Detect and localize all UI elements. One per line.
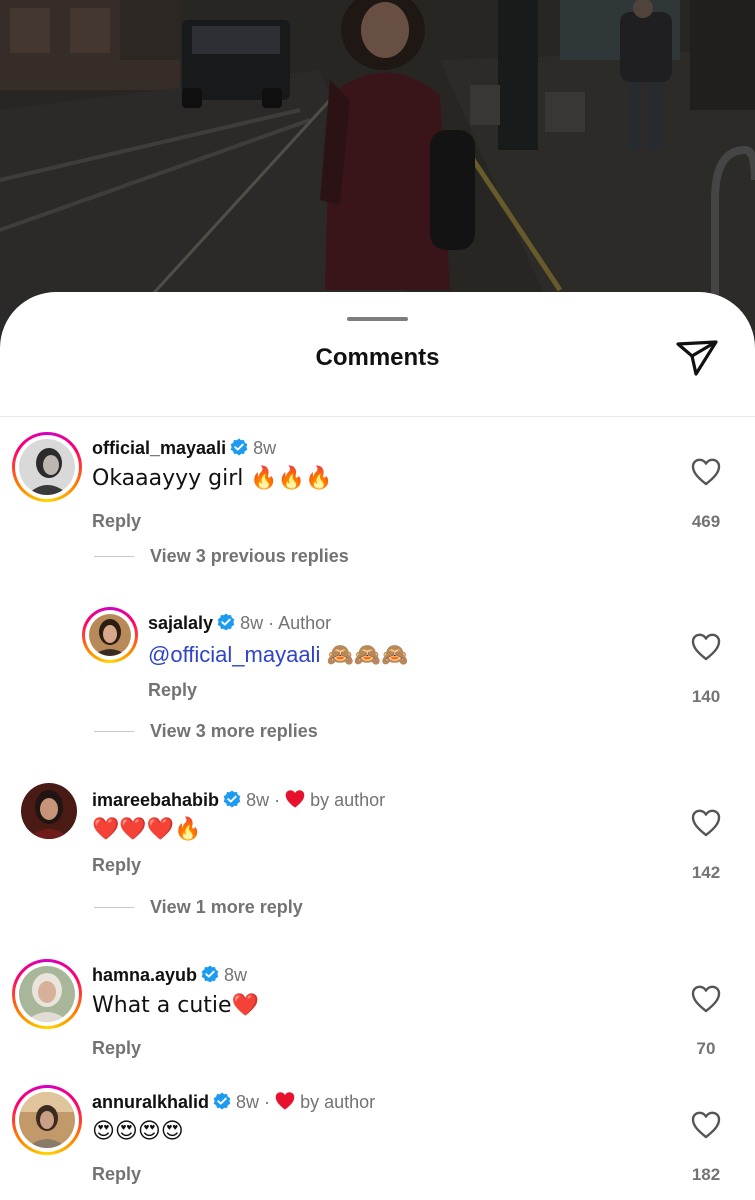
author-tag: · Author: [268, 613, 332, 633]
comment-age: 8w: [253, 438, 277, 458]
comment-age: 8w ·: [236, 1092, 271, 1112]
header-divider: [0, 416, 755, 417]
view-replies-button[interactable]: View 3 more replies: [150, 721, 318, 742]
verified-badge-icon: [213, 1092, 231, 1115]
comment-meta: imareebahabib 8w · by author: [92, 789, 385, 814]
comment-text: What a cutie❤️: [92, 993, 259, 1018]
view-replies-button[interactable]: View 3 previous replies: [150, 546, 349, 567]
username[interactable]: imareebahabib: [92, 790, 219, 810]
author-liked-heart-icon: [274, 1091, 296, 1116]
comment-age: 8w: [224, 965, 248, 985]
send-paper-plane-icon[interactable]: [674, 336, 720, 380]
like-count: 142: [691, 863, 721, 882]
comment-meta: sajalaly 8w · Author: [148, 613, 331, 636]
comment-text: Okaaayyy girl 🔥🔥🔥: [92, 466, 333, 491]
background-post-photo: [0, 0, 755, 330]
avatar[interactable]: [12, 959, 82, 1029]
reply-button[interactable]: Reply: [92, 1164, 141, 1185]
verified-badge-icon: [217, 613, 235, 636]
like-count: 140: [691, 687, 721, 706]
verified-badge-icon: [230, 438, 248, 461]
like-count: 469: [691, 512, 721, 531]
username[interactable]: hamna.ayub: [92, 965, 197, 985]
like-count: 70: [696, 1039, 716, 1058]
like-heart-icon[interactable]: [691, 1111, 721, 1139]
like-heart-icon[interactable]: [691, 633, 721, 661]
liked-by-author-label: by author: [310, 790, 386, 810]
like-heart-icon[interactable]: [691, 458, 721, 486]
comment-meta: official_mayaali 8w: [92, 438, 276, 461]
verified-badge-icon: [223, 790, 241, 813]
avatar[interactable]: [12, 432, 82, 502]
liked-by-author-label: by author: [300, 1092, 376, 1112]
drag-handle[interactable]: [347, 317, 408, 321]
like-heart-icon[interactable]: [691, 809, 721, 837]
author-liked-heart-icon: [284, 789, 306, 814]
username[interactable]: official_mayaali: [92, 438, 226, 458]
replies-divider-line: [94, 556, 134, 557]
reply-button[interactable]: Reply: [92, 1038, 141, 1059]
reply-button[interactable]: Reply: [92, 511, 141, 532]
avatar[interactable]: [21, 783, 77, 839]
sheet-title: Comments: [315, 344, 440, 371]
comment-meta: annuralkhalid 8w · by author: [92, 1091, 375, 1116]
reply-button[interactable]: Reply: [148, 680, 197, 701]
reply-button[interactable]: Reply: [92, 855, 141, 876]
replies-divider-line: [94, 907, 134, 908]
comment-text: 😍😍😍😍: [92, 1119, 184, 1144]
comments-sheet: Comments official_mayaali 8w Okaaayyy gi…: [0, 292, 755, 1200]
comment-text: ❤️❤️❤️🔥: [92, 817, 202, 842]
avatar[interactable]: [12, 1085, 82, 1155]
verified-badge-icon: [201, 965, 219, 988]
comment-meta: hamna.ayub 8w: [92, 965, 247, 988]
like-heart-icon[interactable]: [691, 985, 721, 1013]
view-replies-button[interactable]: View 1 more reply: [150, 897, 303, 918]
comment-age: 8w ·: [246, 790, 281, 810]
username[interactable]: sajalaly: [148, 613, 213, 633]
username[interactable]: annuralkhalid: [92, 1092, 209, 1112]
comment-text: 🙈🙈🙈: [326, 643, 409, 668]
comment-text-row: @official_mayaali 🙈🙈🙈: [148, 642, 409, 668]
mention-link[interactable]: @official_mayaali: [148, 642, 320, 667]
avatar[interactable]: [82, 607, 138, 663]
replies-divider-line: [94, 731, 134, 732]
like-count: 182: [691, 1165, 721, 1184]
comment-age: 8w: [240, 613, 264, 633]
